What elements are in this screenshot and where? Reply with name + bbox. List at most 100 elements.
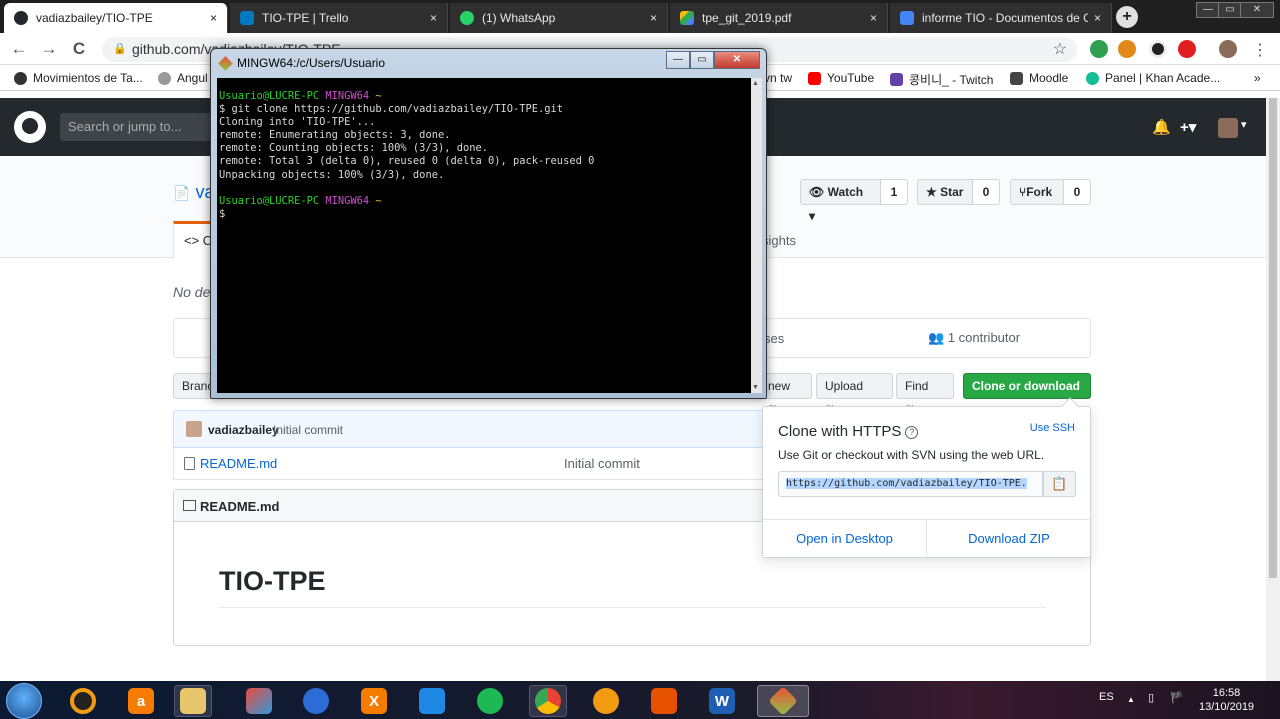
new-tab-button[interactable]: + [1116,6,1138,28]
create-new-file-button[interactable]: new file [760,373,812,417]
watch-count[interactable]: 1 [880,179,908,205]
close-tab-icon[interactable]: × [210,11,217,25]
taskbar-app[interactable] [529,685,567,717]
commit-message[interactable]: Initial commit [273,423,343,437]
clone-url-input[interactable]: https://github.com/vadiazbailey/TIO-TPE. [778,471,1043,497]
close-tab-icon[interactable]: × [650,11,657,25]
prompt-shell: MINGW64 [325,194,370,207]
terminal-scrollbar[interactable]: ▲ ▼ [751,78,762,393]
fork-button[interactable]: ⑂Fork [1010,179,1064,205]
taskbar-app[interactable]: a [122,685,160,717]
maximize-button[interactable]: ▭ [1218,2,1242,18]
bookmarks-overflow[interactable]: » [1254,71,1261,85]
avatar-caret-icon[interactable]: ▾ [1241,118,1247,131]
scroll-up-icon[interactable]: ▲ [752,80,759,87]
file-commit-message[interactable]: Initial commit [564,456,640,471]
terminal-close-button[interactable]: ✕ [714,51,760,69]
taskbar-app[interactable] [64,685,102,717]
extension-icon[interactable] [1118,40,1136,58]
bookmark-item[interactable]: vn tw [764,71,792,85]
extension-icon[interactable] [1090,40,1108,58]
action-center-flag-icon[interactable]: 🏴 [1170,691,1184,704]
taskbar-app[interactable] [587,685,625,717]
scrollbar-thumb[interactable] [1269,98,1277,578]
minimize-button[interactable]: — [1196,2,1220,18]
user-avatar[interactable] [1218,118,1238,138]
file-explorer-icon [180,688,206,714]
clone-hint: Use Git or checkout with SVN using the w… [778,448,1045,462]
download-zip-button[interactable]: Download ZIP [927,520,1091,559]
taskbar-app[interactable] [413,685,451,717]
tab-whatsapp[interactable]: (1) WhatsApp × [450,3,668,33]
repo-description: No de [173,284,211,300]
scroll-down-icon[interactable]: ▼ [752,384,759,391]
close-tab-icon[interactable]: × [1094,11,1101,25]
extension-icon[interactable] [1149,40,1167,58]
find-file-button[interactable]: Find file [896,373,954,417]
taskbar-app[interactable] [471,685,509,717]
taskbar-app[interactable] [645,685,683,717]
file-name-link[interactable]: README.md [200,456,277,471]
language-indicator[interactable]: ES [1099,691,1114,703]
docs-icon [900,11,914,25]
tab-insights[interactable]: sights [762,233,796,248]
bookmark-label: YouTube [827,71,875,85]
bookmark-item[interactable]: Movimientos de Ta... [14,71,143,85]
close-tab-icon[interactable]: × [870,11,877,25]
terminal-output[interactable]: Usuario@LUCRE-PC MINGW64 ~ $ git clone h… [217,78,751,393]
tab-github-repo[interactable]: vadiazbailey/TIO-TPE × [4,3,228,33]
show-hidden-icons[interactable]: ▲ [1127,695,1135,704]
taskbar-app[interactable] [174,685,212,717]
open-in-desktop-button[interactable]: Open in Desktop [763,520,927,559]
bookmark-item[interactable]: Angul [158,71,208,85]
taskbar-app[interactable] [297,685,335,717]
upload-files-button[interactable]: Upload files [816,373,893,417]
bookmark-item[interactable]: Moodle [1010,71,1068,85]
prompt-user: Usuario@LUCRE-PC [219,90,320,102]
star-count[interactable]: 0 [972,179,1000,205]
forward-button[interactable]: → [38,38,60,60]
star-button[interactable]: ★ Star [917,179,973,205]
taskbar-app[interactable] [757,685,809,717]
bookmark-item[interactable]: 콩비니_ - Twitch [890,71,993,88]
bookmark-star-icon[interactable]: ☆ [1053,37,1067,62]
summary-contributors[interactable]: 👥 1 contributor [928,330,1020,346]
search-input[interactable]: Search or jump to... [60,113,220,141]
bookmark-item[interactable]: Panel | Khan Acade... [1086,71,1220,85]
terminal-maximize-button[interactable]: ▭ [690,51,714,69]
close-window-button[interactable]: ✕ [1240,2,1274,18]
system-clock[interactable]: 16:58 13/10/2019 [1199,686,1254,714]
taskbar-app[interactable]: W [703,685,741,717]
summary-licenses[interactable]: ses [764,331,784,346]
clone-or-download-button[interactable]: Clone or download ▾ [963,373,1091,417]
page-scrollbar[interactable] [1266,98,1280,684]
github-logo-icon[interactable] [14,111,46,143]
close-tab-icon[interactable]: × [430,11,437,25]
use-ssh-link[interactable]: Use SSH [1030,422,1075,434]
reload-button[interactable]: C [68,38,90,60]
bookmark-item[interactable]: YouTube [808,71,874,85]
commit-author[interactable]: vadiazbailey [208,423,279,437]
terminal-minimize-button[interactable]: — [666,51,690,69]
browser-menu-icon[interactable]: ⋮ [1252,40,1268,60]
fork-count[interactable]: 0 [1063,179,1091,205]
notifications-bell-icon[interactable]: 🔔 [1152,118,1171,136]
author-avatar[interactable] [186,421,202,437]
profile-avatar[interactable] [1219,40,1237,58]
terminal-line: remote: Total 3 (delta 0), reused 0 (del… [219,155,595,168]
taskbar-app[interactable]: X [355,685,393,717]
moodle-icon [1010,71,1023,85]
back-button[interactable]: ← [8,38,30,60]
create-new-icon[interactable]: +▾ [1180,118,1196,136]
tab-label: TIO-TPE | Trello [262,11,349,25]
start-button[interactable] [6,683,42,719]
extension-icon[interactable] [1178,40,1196,58]
tab-docs[interactable]: informe TIO - Documentos de G × [890,3,1112,33]
taskbar-app[interactable] [240,685,278,717]
power-icon[interactable]: ▯ [1148,691,1154,704]
clipboard-copy-icon[interactable]: 📋 [1043,471,1076,497]
tab-trello[interactable]: TIO-TPE | Trello × [230,3,448,33]
tab-pdf[interactable]: tpe_git_2019.pdf × [670,3,888,33]
help-icon[interactable]: ? [905,425,919,439]
watch-button[interactable]: 👁 Watch ▾ [800,179,881,223]
